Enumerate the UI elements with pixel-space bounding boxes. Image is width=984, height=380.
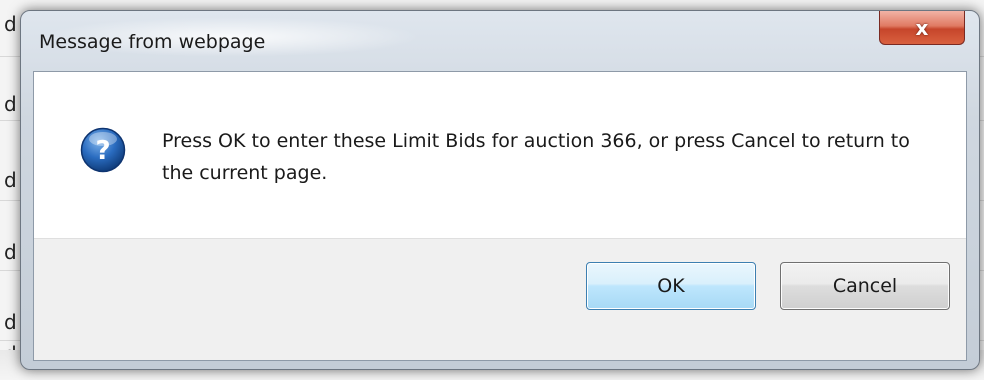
bg-text: d [4,168,17,192]
close-icon: x [915,15,929,40]
ok-button[interactable]: OK [586,262,756,310]
message-area: ? Press OK to enter these Limit Bids for… [34,72,966,238]
close-button[interactable]: x [879,11,965,45]
cancel-button[interactable]: Cancel [780,262,950,310]
question-icon: ? [80,127,126,173]
message-text: Press OK to enter these Limit Bids for a… [162,130,910,184]
dialog-title: Message from webpage [39,31,266,53]
bg-text: d [4,310,17,334]
bg-text: d [4,12,17,36]
dialog-client-area: ? Press OK to enter these Limit Bids for… [33,71,967,361]
bg-text: d [4,92,17,116]
svg-text:?: ? [95,136,110,166]
bg-text: d [4,240,17,264]
message-dialog: Message from webpage x ? Press OK to ent… [20,10,980,370]
